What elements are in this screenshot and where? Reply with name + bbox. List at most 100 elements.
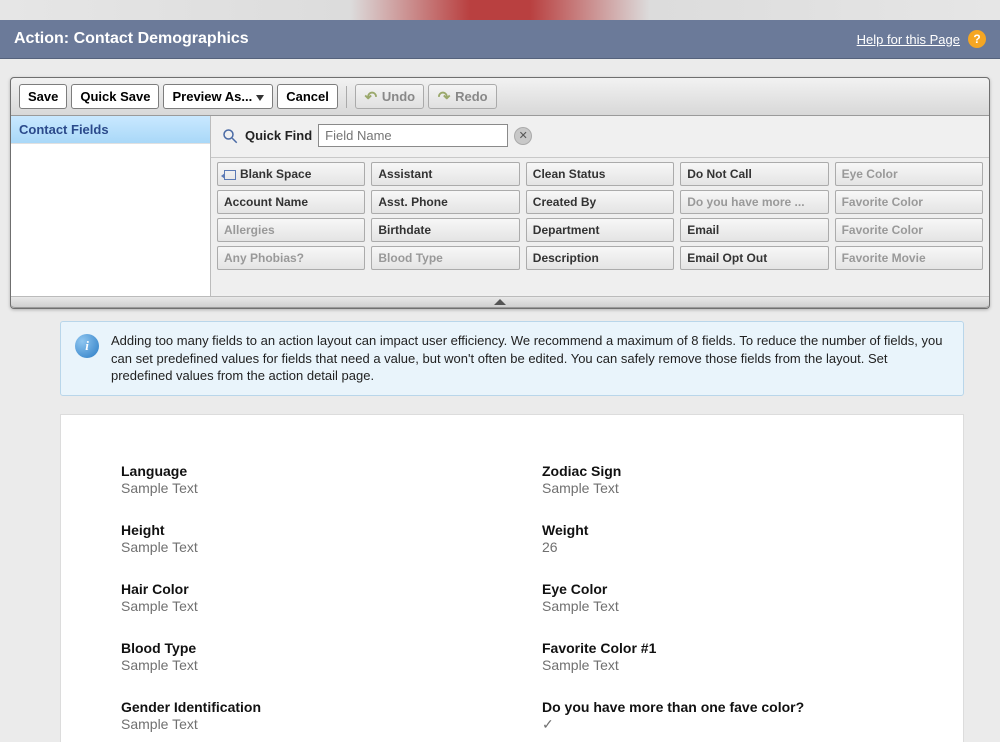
field-chip[interactable]: Department xyxy=(526,218,674,242)
layout-field[interactable]: Weight26 xyxy=(542,522,903,555)
field-chip[interactable]: Favorite Movie xyxy=(835,246,983,270)
field-chip[interactable]: Account Name xyxy=(217,190,365,214)
layout-field[interactable]: Gender IdentificationSample Text xyxy=(121,699,482,733)
field-chip-label: Asst. Phone xyxy=(378,195,447,209)
field-chip-label: Created By xyxy=(533,195,596,209)
editor-toolbar: Save Quick Save Preview As... Cancel Und… xyxy=(11,78,989,116)
checkmark-icon: ✓ xyxy=(542,716,903,733)
toolbar-separator xyxy=(346,86,347,108)
field-chip-label: Do Not Call xyxy=(687,167,752,181)
layout-field[interactable]: LanguageSample Text xyxy=(121,463,482,496)
field-chip-label: Description xyxy=(533,251,599,265)
cancel-button[interactable]: Cancel xyxy=(277,84,338,109)
layout-field-label: Hair Color xyxy=(121,581,482,597)
top-decorative-strip xyxy=(0,0,1000,20)
layout-field-label: Eye Color xyxy=(542,581,903,597)
field-chip-label: Blank Space xyxy=(240,167,311,181)
field-chip-label: Account Name xyxy=(224,195,308,209)
field-chip[interactable]: Favorite Color xyxy=(835,190,983,214)
layout-field-value: Sample Text xyxy=(121,716,482,732)
layout-field-value: Sample Text xyxy=(542,657,903,673)
quick-find-input[interactable] xyxy=(318,124,508,147)
layout-field[interactable]: Hair ColorSample Text xyxy=(121,581,482,614)
layout-field[interactable]: Zodiac SignSample Text xyxy=(542,463,903,496)
page-title-prefix: Action: xyxy=(14,30,69,47)
field-chip[interactable]: Eye Color xyxy=(835,162,983,186)
info-icon: i xyxy=(75,334,99,358)
page-title-text: Contact Demographics xyxy=(74,30,249,47)
layout-field-label: Weight xyxy=(542,522,903,538)
field-chip-label: Do you have more ... xyxy=(687,195,804,209)
field-chip-label: Clean Status xyxy=(533,167,606,181)
info-message: i Adding too many fields to an action la… xyxy=(60,321,964,396)
field-chip-label: Any Phobias? xyxy=(224,251,304,265)
field-chip-label: Birthdate xyxy=(378,223,431,237)
field-chip[interactable]: Any Phobias? xyxy=(217,246,365,270)
field-chip[interactable]: Do Not Call xyxy=(680,162,828,186)
redo-label: Redo xyxy=(455,89,488,104)
field-chip[interactable]: Asst. Phone xyxy=(371,190,519,214)
field-chip[interactable]: Favorite Color xyxy=(835,218,983,242)
layout-field-value: Sample Text xyxy=(542,598,903,614)
redo-icon xyxy=(437,90,451,104)
field-palette-grid: Blank Space Assistant Clean Status Do Not C… xyxy=(211,158,989,294)
field-chip[interactable]: Birthdate xyxy=(371,218,519,242)
redo-button[interactable]: Redo xyxy=(428,84,497,109)
field-chip-label: Favorite Color xyxy=(842,195,923,209)
layout-field[interactable]: Eye ColorSample Text xyxy=(542,581,903,614)
field-chip[interactable]: Assistant xyxy=(371,162,519,186)
quick-find-label: Quick Find xyxy=(245,128,312,143)
layout-field-label: Height xyxy=(121,522,482,538)
field-chip-label: Assistant xyxy=(378,167,432,181)
layout-field-value: Sample Text xyxy=(542,480,903,496)
field-chip-label: Email Opt Out xyxy=(687,251,767,265)
field-chip[interactable]: Email xyxy=(680,218,828,242)
undo-icon xyxy=(364,90,378,104)
field-chip[interactable]: Clean Status xyxy=(526,162,674,186)
blank-space-icon xyxy=(224,170,236,180)
quick-save-button[interactable]: Quick Save xyxy=(71,84,159,109)
page-title: Action: Contact Demographics xyxy=(14,30,249,48)
field-chip-label: Department xyxy=(533,223,600,237)
undo-button[interactable]: Undo xyxy=(355,84,424,109)
action-layout-preview: LanguageSample TextZodiac SignSample Tex… xyxy=(60,414,964,742)
field-chip-label: Blood Type xyxy=(378,251,442,265)
field-chip[interactable]: Created By xyxy=(526,190,674,214)
field-chip-label: Allergies xyxy=(224,223,275,237)
layout-field[interactable]: Do you have more than one fave color?✓ xyxy=(542,699,903,733)
layout-field-label: Language xyxy=(121,463,482,479)
layout-field[interactable]: Favorite Color #1Sample Text xyxy=(542,640,903,673)
layout-field-label: Do you have more than one fave color? xyxy=(542,699,903,715)
layout-editor-panel: Save Quick Save Preview As... Cancel Und… xyxy=(10,77,990,309)
info-text: Adding too many fields to an action layo… xyxy=(111,332,949,385)
help-link[interactable]: Help for this Page xyxy=(857,32,960,47)
layout-field-label: Blood Type xyxy=(121,640,482,656)
layout-field-value: 26 xyxy=(542,539,903,555)
field-chip[interactable]: Description xyxy=(526,246,674,270)
layout-field[interactable]: Blood TypeSample Text xyxy=(121,640,482,673)
layout-field-value: Sample Text xyxy=(121,657,482,673)
layout-field[interactable]: HeightSample Text xyxy=(121,522,482,555)
field-chip[interactable]: Allergies xyxy=(217,218,365,242)
field-chip[interactable]: Blank Space xyxy=(217,162,365,186)
preview-as-button[interactable]: Preview As... xyxy=(163,84,273,109)
layout-field-label: Favorite Color #1 xyxy=(542,640,903,656)
field-chip-label: Eye Color xyxy=(842,167,898,181)
search-icon xyxy=(221,127,239,145)
layout-field-value: Sample Text xyxy=(121,480,482,496)
field-chip-label: Favorite Color xyxy=(842,223,923,237)
layout-field-value: Sample Text xyxy=(121,598,482,614)
field-chip[interactable]: Blood Type xyxy=(371,246,519,270)
field-chip[interactable]: Do you have more ... xyxy=(680,190,828,214)
quick-find-clear-button[interactable]: ✕ xyxy=(514,127,532,145)
save-button[interactable]: Save xyxy=(19,84,67,109)
field-chip[interactable]: Email Opt Out xyxy=(680,246,828,270)
layout-field-label: Gender Identification xyxy=(121,699,482,715)
sidebar-item-contact-fields[interactable]: Contact Fields xyxy=(11,116,210,144)
page-header: Action: Contact Demographics Help for th… xyxy=(0,20,1000,59)
field-chip-label: Email xyxy=(687,223,719,237)
palette-sidebar: Contact Fields xyxy=(11,116,211,296)
help-icon[interactable]: ? xyxy=(968,30,986,48)
panel-resize-handle[interactable] xyxy=(11,296,989,308)
layout-field-value: Sample Text xyxy=(121,539,482,555)
